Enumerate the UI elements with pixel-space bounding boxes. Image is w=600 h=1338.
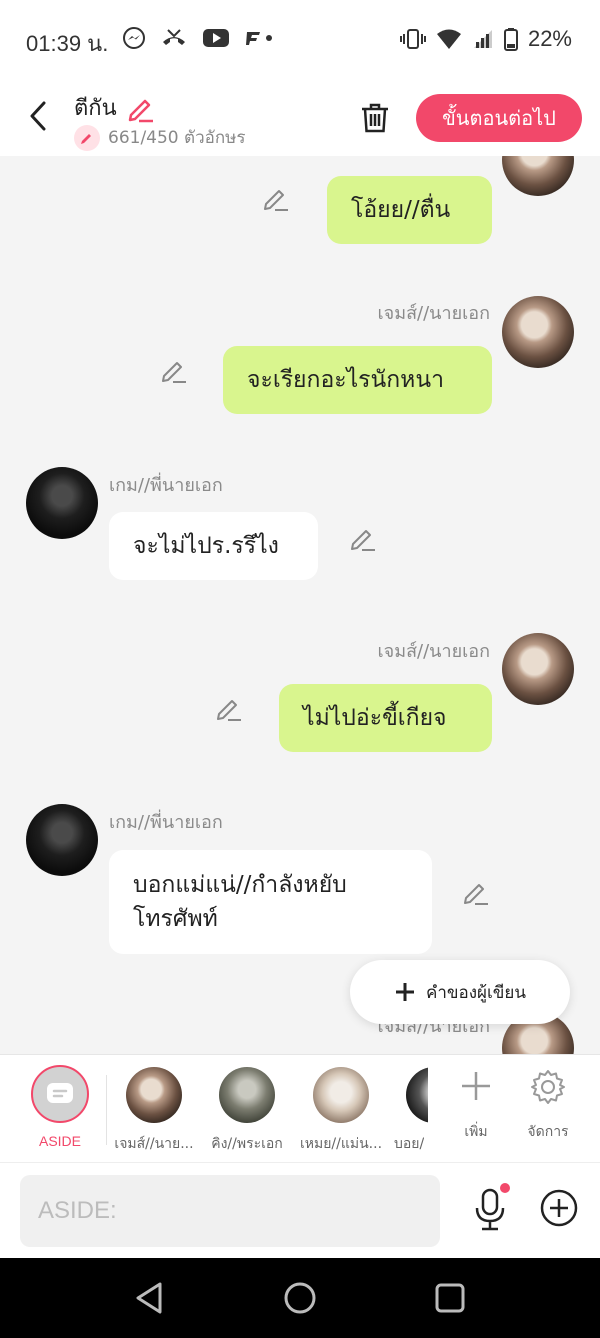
add-label: เพิ่ม — [464, 1124, 488, 1140]
message-bubble[interactable]: จะไม่ไปร.รรึไง — [109, 512, 318, 580]
editor-header: ตีกัน 661/450 ตัวอักษร ขั้นตอนต่อไป — [0, 80, 600, 156]
chat-area[interactable]: โอ้ยย//ตื่น เจมส์//นายเอก จะเรียกอะไรนัก… — [0, 156, 600, 1054]
aside-character[interactable]: ASIDE — [28, 1065, 92, 1149]
pencil-icon[interactable] — [125, 93, 155, 123]
battery-icon — [503, 28, 518, 51]
character-avatar — [313, 1067, 369, 1123]
message-text: จะเรียกอะไรนักหนา — [247, 367, 444, 393]
delete-button[interactable] — [356, 98, 394, 138]
counter-pencil-icon — [74, 124, 100, 151]
nav-back-icon[interactable] — [130, 1278, 170, 1318]
character-avatar — [219, 1067, 275, 1123]
trash-icon — [362, 103, 388, 133]
nav-recents-icon[interactable] — [430, 1278, 470, 1318]
add-icon — [462, 1072, 490, 1100]
avatar-james[interactable] — [502, 633, 574, 705]
message-text-line: บอกแม่แน่//กำลังหยับ — [133, 872, 347, 898]
sender-name: เกม//พี่นายเอก — [109, 812, 223, 833]
missed-call-icon — [163, 29, 185, 45]
battery-percent: 22% — [527, 26, 572, 51]
aside-avatar — [31, 1065, 89, 1123]
title-area[interactable]: ตีกัน — [74, 90, 155, 125]
character-item[interactable]: เจมส์//นาย... — [109, 1067, 199, 1155]
message-input[interactable] — [20, 1175, 440, 1247]
status-bar: 01:39 น. 22% — [0, 0, 600, 80]
input-bar — [0, 1162, 600, 1258]
character-item[interactable]: เหมย//แม่น... — [296, 1067, 386, 1155]
avatar-gem[interactable] — [26, 804, 98, 876]
avatar-gem[interactable] — [26, 467, 98, 539]
manage-label: จัดการ — [527, 1124, 569, 1140]
character-avatar — [406, 1067, 428, 1123]
story-title: ตีกัน — [74, 96, 117, 121]
sender-name: เกม//พี่นายเอก — [109, 475, 223, 496]
character-label: เหมย//แม่น... — [299, 1136, 383, 1152]
character-label: บอย/ — [394, 1136, 425, 1152]
edit-message-icon[interactable] — [462, 878, 490, 906]
message-text: จะไม่ไปร.รรึไง — [133, 533, 279, 559]
sender-name: เจมส์//นายเอก — [377, 303, 491, 324]
wifi-icon — [436, 29, 461, 49]
author-note-label: คำของผู้เขียน — [425, 982, 527, 1003]
edit-message-icon[interactable] — [160, 356, 188, 384]
status-time: 01:39 น. — [26, 31, 109, 56]
character-item[interactable]: คิง//พระเอก — [202, 1067, 292, 1155]
edit-message-icon[interactable] — [262, 184, 290, 212]
character-counter: 661/450 ตัวอักษร — [74, 124, 245, 151]
nav-home-icon[interactable] — [280, 1278, 320, 1318]
message-bubble[interactable]: จะเรียกอะไรนักหนา — [223, 346, 492, 414]
message-bubble[interactable]: โอ้ยย//ตื่น — [327, 176, 492, 244]
character-bar: ASIDE เจมส์//นาย... คิง//พระเอก เหมย//แม… — [0, 1054, 600, 1163]
signal-icon — [473, 30, 492, 48]
character-item[interactable]: บอย/ — [392, 1067, 428, 1155]
message-text-line: โทรศัพท์ — [133, 906, 218, 932]
character-label: คิง//พระเอก — [211, 1136, 283, 1152]
avatar-james[interactable] — [502, 296, 574, 368]
message-bubble[interactable]: ไม่ไปอ่ะขี้เกียจ — [279, 684, 492, 752]
aside-icon — [47, 1083, 73, 1103]
recording-dot — [500, 1183, 510, 1193]
author-note-button[interactable]: คำของผู้เขียน — [350, 960, 570, 1024]
notification-icon — [246, 32, 272, 45]
message-text: โอ้ยย//ตื่น — [351, 197, 451, 223]
messenger-icon — [123, 27, 145, 49]
voice-button[interactable] — [468, 1183, 512, 1235]
back-icon — [30, 101, 46, 131]
status-notification-icons — [122, 26, 274, 50]
character-label: เจมส์//นาย... — [114, 1136, 194, 1152]
aside-label: ASIDE — [38, 1133, 81, 1149]
microphone-icon — [475, 1188, 505, 1231]
add-circle-icon[interactable] — [538, 1187, 580, 1229]
counter-text: 661/450 ตัวอักษร — [108, 128, 246, 148]
edit-message-icon[interactable] — [215, 694, 243, 722]
vibrate-icon — [399, 29, 426, 49]
next-step-button[interactable]: ขั้นตอนต่อไป — [416, 94, 582, 142]
gear-icon — [531, 1070, 565, 1104]
manage-characters-button[interactable]: จัดการ — [513, 1069, 583, 1143]
sender-name: เจมส์//นายเอก — [377, 641, 491, 662]
message-bubble[interactable]: บอกแม่แน่//กำลังหยับ โทรศัพท์ — [109, 850, 432, 954]
status-system-icons: 22% — [399, 26, 572, 52]
divider — [106, 1075, 107, 1145]
avatar-james[interactable] — [502, 156, 574, 196]
plus-icon — [395, 983, 414, 1001]
character-avatar — [126, 1067, 182, 1123]
back-button[interactable] — [20, 96, 56, 136]
edit-message-icon[interactable] — [349, 524, 377, 552]
system-nav-bar — [0, 1258, 600, 1338]
youtube-icon — [203, 29, 229, 47]
message-text: ไม่ไปอ่ะขี้เกียจ — [303, 705, 447, 731]
add-character-button[interactable]: เพิ่ม — [441, 1069, 511, 1143]
